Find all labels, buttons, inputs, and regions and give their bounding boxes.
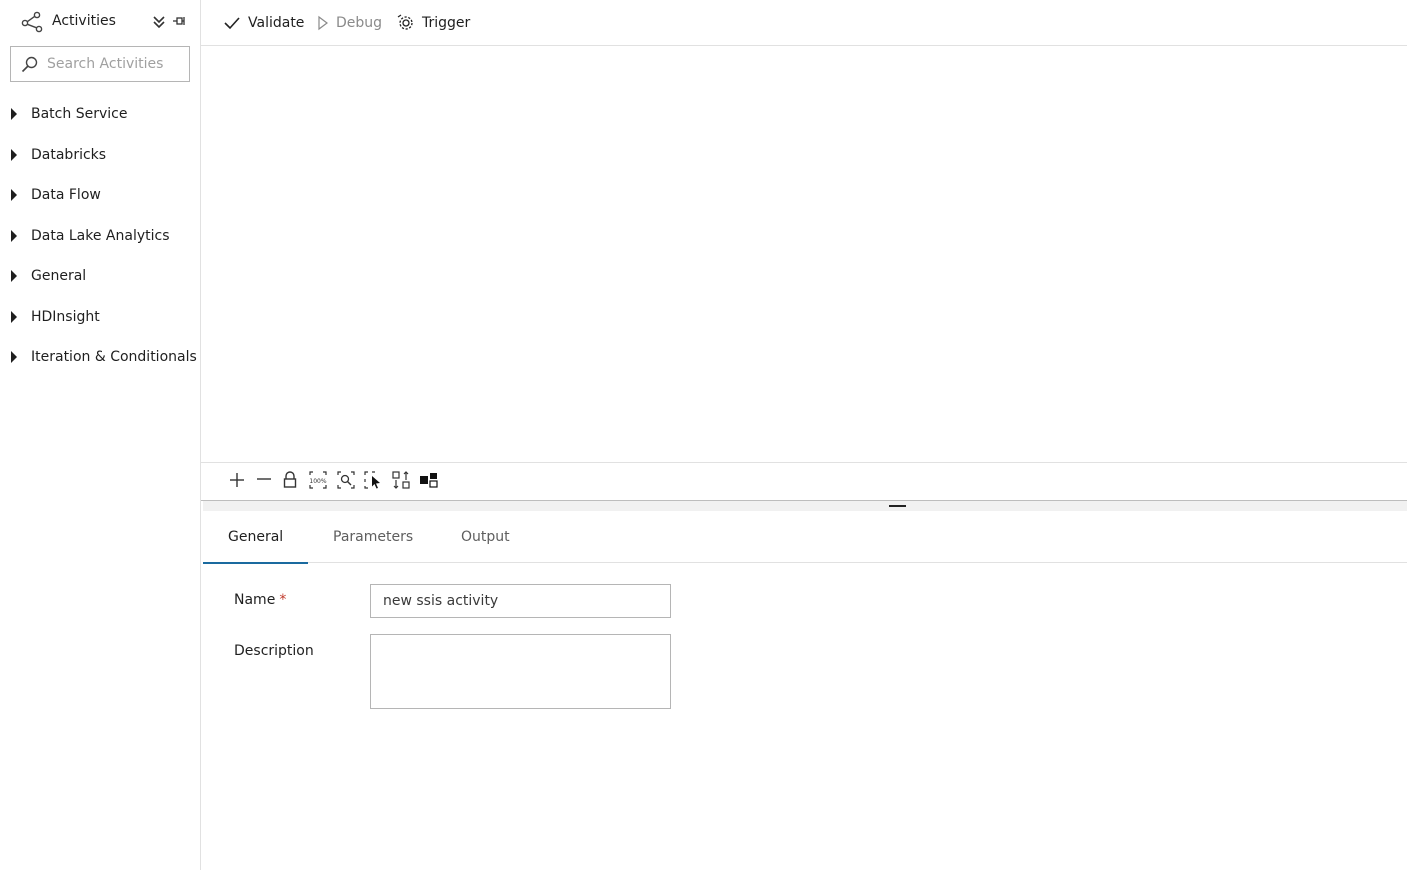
sidebar-title: Activities xyxy=(52,13,116,29)
activities-icon xyxy=(21,11,43,33)
caret-right-icon xyxy=(11,108,17,120)
canvas-tools: 100% xyxy=(201,462,1407,501)
search-activities-input[interactable] xyxy=(47,53,185,75)
category-label: HDInsight xyxy=(31,308,100,325)
debug-label: Debug xyxy=(336,15,383,31)
zoom-100-icon[interactable]: 100% xyxy=(308,470,328,490)
search-box[interactable] xyxy=(10,46,190,82)
caret-right-icon xyxy=(11,310,17,323)
checkmark-icon xyxy=(224,17,240,30)
category-batch-service[interactable]: Batch Service xyxy=(0,95,200,136)
trigger-label: Trigger xyxy=(422,15,471,31)
pin-icon[interactable] xyxy=(172,14,186,28)
category-databricks[interactable]: Databricks xyxy=(0,136,200,177)
caret-right-icon xyxy=(11,270,17,282)
description-label: Description xyxy=(234,643,314,659)
double-chevron-down-icon[interactable] xyxy=(152,14,166,30)
name-label: Name * xyxy=(234,592,286,608)
tab-label: Parameters xyxy=(333,529,414,545)
category-label: General xyxy=(31,268,87,284)
category-iteration-conditionals[interactable]: Iteration & Conditionals xyxy=(0,338,200,379)
gear-trigger-icon xyxy=(397,14,413,30)
activity-category-list: Batch Service Databricks Data Flow Data … xyxy=(0,95,200,379)
zoom-out-icon[interactable] xyxy=(254,470,274,490)
zoom-in-icon[interactable] xyxy=(227,470,247,490)
category-label: Databricks xyxy=(31,146,107,163)
splitter-grip-icon xyxy=(889,505,906,507)
activities-sidebar: Activities Batch Service Databricks xyxy=(0,0,201,870)
category-hdinsight[interactable]: HDInsight xyxy=(0,298,200,339)
pipeline-toolbar: Validate Debug Trigger xyxy=(201,0,1407,46)
panel-splitter[interactable] xyxy=(203,501,1407,511)
select-multiple-icon[interactable] xyxy=(363,470,383,490)
category-label: Data Flow xyxy=(31,187,101,203)
sidebar-header: Activities xyxy=(0,0,200,44)
pipeline-canvas[interactable] xyxy=(201,46,1407,462)
active-tab-indicator xyxy=(203,562,308,564)
caret-right-icon xyxy=(11,351,17,363)
debug-button[interactable]: Debug xyxy=(317,12,382,34)
lock-icon[interactable] xyxy=(280,470,300,490)
caret-right-icon xyxy=(11,189,17,201)
tab-general[interactable]: General xyxy=(203,511,308,564)
properties-tabs: General Parameters Output xyxy=(203,511,1407,564)
tab-label: Output xyxy=(461,529,510,545)
validate-label: Validate xyxy=(248,15,305,31)
tab-parameters[interactable]: Parameters xyxy=(308,511,428,563)
description-field[interactable] xyxy=(370,634,671,709)
category-general[interactable]: General xyxy=(0,257,200,298)
search-icon xyxy=(21,56,38,73)
trigger-button[interactable]: Trigger xyxy=(397,12,470,34)
svg-text:100%: 100% xyxy=(309,478,326,485)
category-label: Iteration & Conditionals xyxy=(31,349,197,365)
category-label: Batch Service xyxy=(31,106,128,122)
category-data-flow[interactable]: Data Flow xyxy=(0,176,200,217)
name-field[interactable] xyxy=(370,584,671,618)
category-data-lake-analytics[interactable]: Data Lake Analytics xyxy=(0,217,200,258)
category-label: Data Lake Analytics xyxy=(31,227,170,244)
name-label-text: Name xyxy=(234,592,276,608)
caret-right-icon xyxy=(11,229,17,242)
required-marker: * xyxy=(279,592,287,608)
tab-label: General xyxy=(228,529,284,545)
play-outline-icon xyxy=(318,15,328,31)
zoom-to-fit-icon[interactable] xyxy=(336,470,356,490)
caret-right-icon xyxy=(11,148,17,161)
validate-button[interactable]: Validate xyxy=(223,12,304,34)
minimap-icon[interactable] xyxy=(419,470,439,490)
tab-output[interactable]: Output xyxy=(436,511,526,563)
auto-align-icon[interactable] xyxy=(391,470,411,490)
